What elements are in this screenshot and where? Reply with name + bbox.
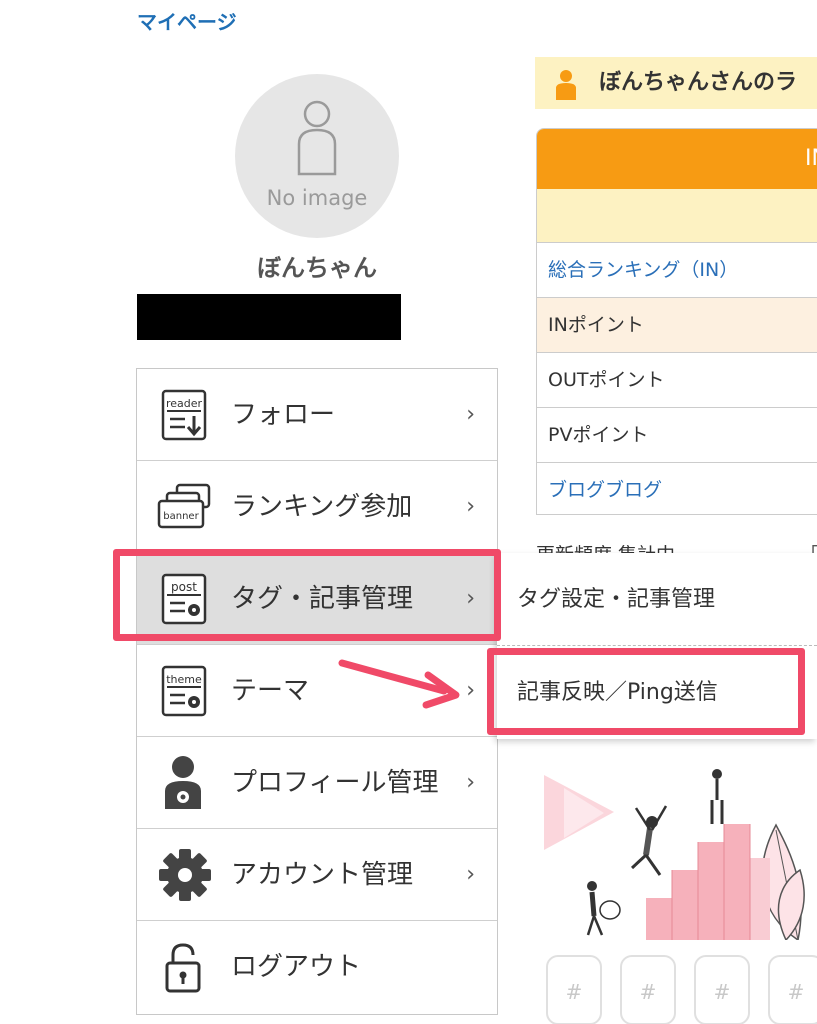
avatar-placeholder-text: No image xyxy=(266,186,368,210)
ranking-row-in-point: INポイント xyxy=(537,298,817,353)
theme-icon: theme xyxy=(161,665,207,717)
lock-icon xyxy=(165,943,201,993)
banner-icon: banner xyxy=(157,483,211,529)
cut-off-text: 「 xyxy=(800,540,817,554)
reader-icon: reader xyxy=(161,389,207,441)
ranking-row-blog[interactable]: ブログブログ xyxy=(537,463,817,514)
person-icon xyxy=(556,70,576,100)
menu-item-profile[interactable]: プロフィール管理 › xyxy=(137,737,497,829)
menu-item-logout[interactable]: ログアウト xyxy=(137,921,497,1013)
submenu-item-tag-settings[interactable]: タグ設定・記事管理 xyxy=(497,553,817,646)
ranking-table-top: IN xyxy=(537,129,817,189)
ranking-table: IN 総合ランキング（IN） INポイント OUTポイント PVポイント ブログ… xyxy=(536,128,817,515)
avatar: No image xyxy=(235,74,399,238)
menu-label: テーマ xyxy=(231,676,310,706)
menu-label: プロフィール管理 xyxy=(231,768,439,798)
menu-item-ranking[interactable]: banner ランキング参加 › xyxy=(137,461,497,553)
menu-item-follow[interactable]: reader フォロー › xyxy=(137,369,497,461)
ranking-header-title: ぼんちゃんさんのラ xyxy=(599,70,798,95)
ranking-header: ぼんちゃんさんのラ xyxy=(535,57,817,109)
ranking-table-top-label: IN xyxy=(805,146,817,171)
page-title: マイページ xyxy=(137,10,237,34)
svg-text:reader: reader xyxy=(166,397,203,410)
tag-chip[interactable]: # xyxy=(620,955,676,1024)
tag-chip[interactable]: # xyxy=(768,955,817,1024)
ranking-row-out-point: OUTポイント xyxy=(537,353,817,408)
ranking-row-overall[interactable]: 総合ランキング（IN） xyxy=(537,243,817,298)
chevron-right-icon: › xyxy=(466,494,475,519)
menu-label: フォロー xyxy=(231,400,336,430)
chevron-right-icon: › xyxy=(466,770,475,795)
svg-text:banner: banner xyxy=(163,511,199,522)
update-frequency-text: 更新頻度 集計中 xyxy=(536,540,675,554)
user-name: ぼんちゃん xyxy=(257,254,377,282)
chevron-right-icon: › xyxy=(466,862,475,887)
menu-label: アカウント管理 xyxy=(231,860,414,890)
arrow-icon xyxy=(338,659,460,709)
svg-text:theme: theme xyxy=(166,673,202,686)
tag-chip[interactable]: # xyxy=(546,955,602,1024)
gear-icon xyxy=(159,849,211,901)
tag-chip[interactable]: # xyxy=(694,955,750,1024)
ranking-illustration xyxy=(540,730,817,940)
ranking-row-pv-point: PVポイント xyxy=(537,408,817,463)
profile-icon xyxy=(165,756,201,809)
redacted-block xyxy=(137,294,401,340)
menu-label: ログアウト xyxy=(231,952,362,982)
menu-label: ランキング参加 xyxy=(231,492,413,522)
tag-row: # # # # xyxy=(546,955,817,1024)
highlight-box-menu xyxy=(113,549,501,641)
ranking-table-subheader xyxy=(537,189,817,243)
highlight-box-submenu xyxy=(487,648,805,735)
chevron-right-icon: › xyxy=(466,402,475,427)
user-silhouette-icon xyxy=(297,100,337,176)
menu-item-account[interactable]: アカウント管理 › xyxy=(137,829,497,921)
